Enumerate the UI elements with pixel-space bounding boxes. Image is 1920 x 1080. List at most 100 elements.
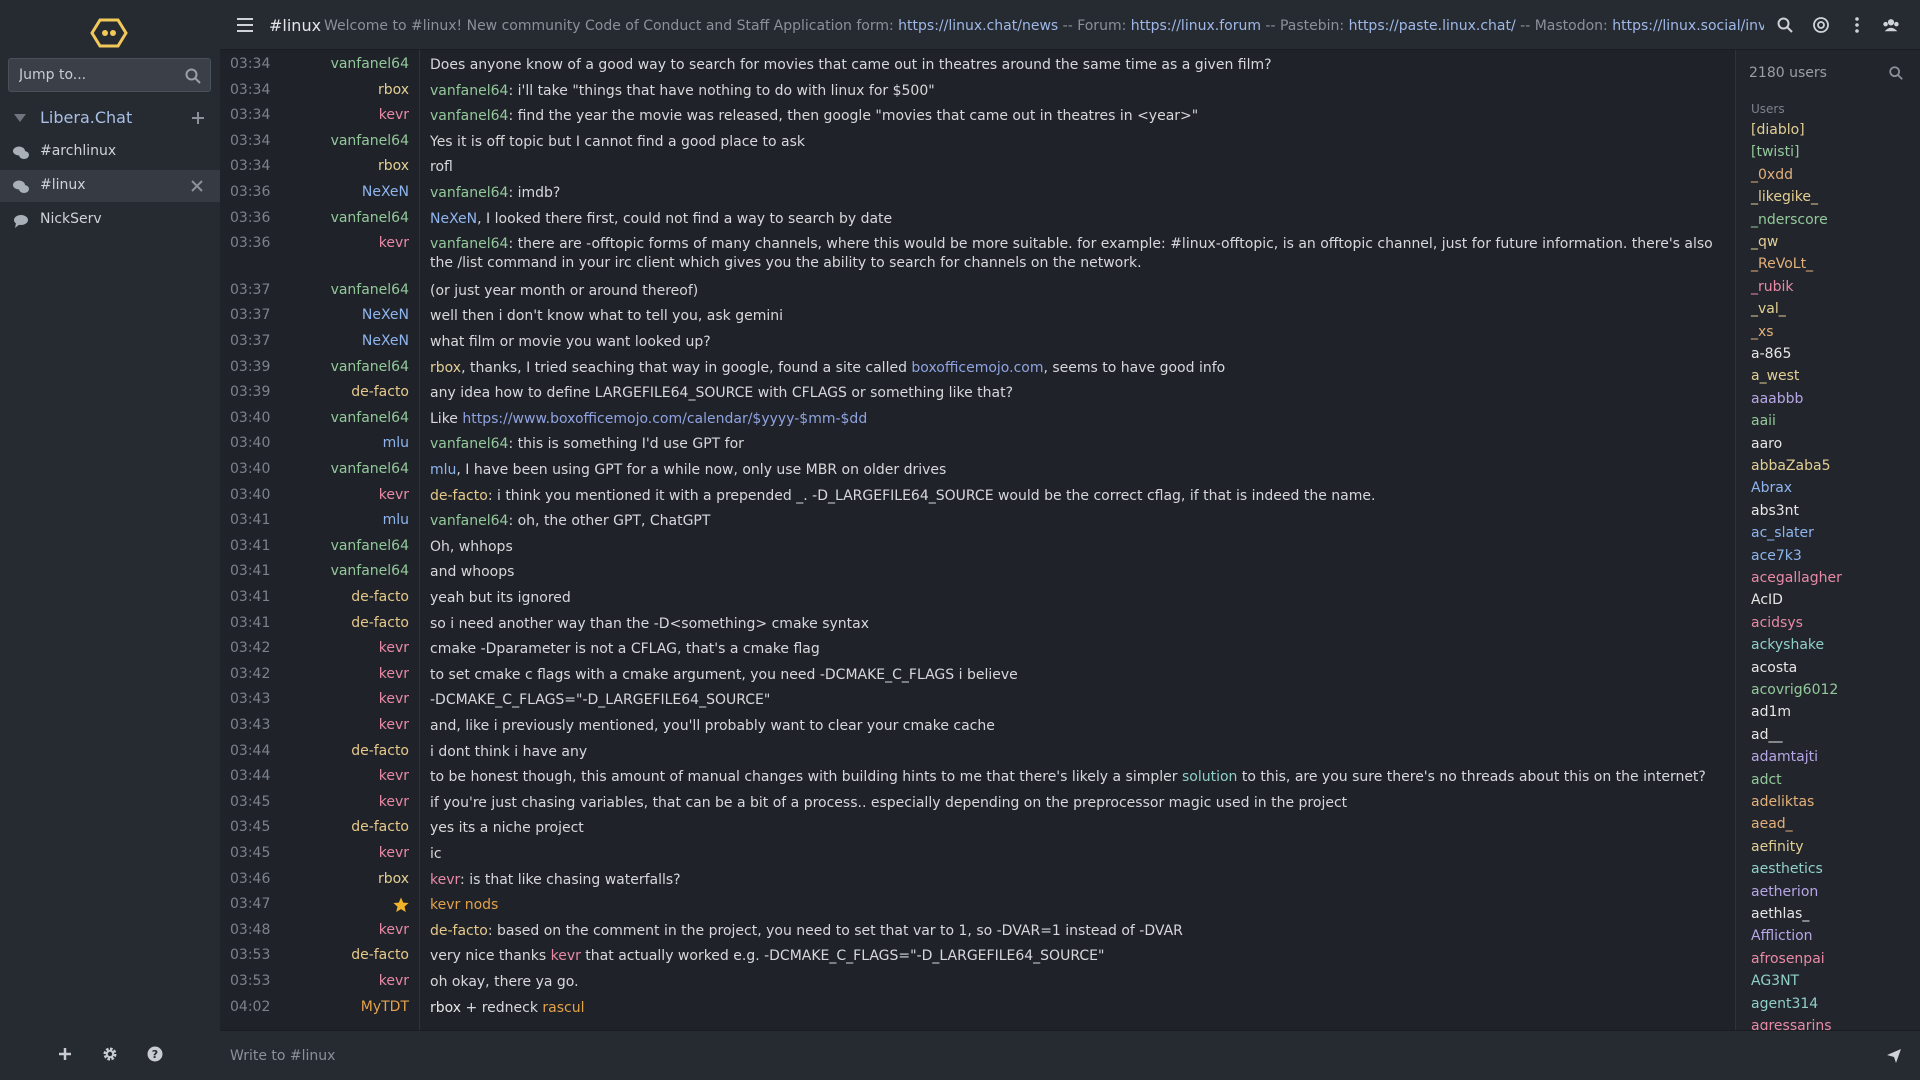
message-nick[interactable]: kevr — [280, 666, 409, 682]
message-nick[interactable]: kevr — [280, 691, 409, 707]
message-nick[interactable]: de-facto — [280, 947, 409, 963]
user-list-item[interactable]: adeliktas — [1751, 794, 1814, 810]
nick-mention[interactable]: kevr nods — [430, 897, 498, 913]
mentions-icon[interactable] — [1812, 16, 1830, 34]
nick-mention[interactable]: kevr — [430, 872, 460, 888]
user-list-item[interactable]: ad1m — [1751, 704, 1791, 720]
message-nick[interactable]: vanfanel64 — [280, 538, 409, 554]
message-nick[interactable]: NeXeN — [280, 307, 409, 323]
message-nick[interactable]: de-facto — [280, 743, 409, 759]
message-nick[interactable]: kevr — [280, 717, 409, 733]
user-list-item[interactable]: Abrax — [1751, 480, 1792, 496]
topic-link[interactable]: https://linux.chat/news — [898, 18, 1058, 34]
add-channel-icon[interactable] — [190, 110, 206, 126]
sidebar-query-nickserv[interactable]: NickServ — [0, 204, 220, 236]
message-nick[interactable]: kevr — [280, 794, 409, 810]
help-icon[interactable]: ? — [147, 1046, 163, 1062]
message-nick[interactable]: kevr — [280, 845, 409, 861]
message-nick[interactable]: de-facto — [280, 589, 409, 605]
search-icon[interactable] — [184, 67, 202, 85]
message-nick[interactable]: de-facto — [280, 819, 409, 835]
message-nick[interactable]: MyTDT — [280, 999, 409, 1015]
nick-mention[interactable]: vanfanel64 — [430, 236, 508, 252]
nick-mention[interactable]: de-facto — [430, 923, 488, 939]
user-list-item[interactable]: a_west — [1751, 368, 1799, 384]
message-nick[interactable]: vanfanel64 — [280, 563, 409, 579]
nick-mention[interactable]: vanfanel64 — [430, 185, 508, 201]
user-list-item[interactable]: aesthetics — [1751, 861, 1823, 877]
user-list-item[interactable]: abbaZaba5 — [1751, 458, 1830, 474]
message-nick[interactable]: kevr — [280, 640, 409, 656]
user-list-item[interactable]: aead_ — [1751, 816, 1793, 832]
user-list-item[interactable]: agressarins — [1751, 1018, 1832, 1030]
message-nick[interactable]: vanfanel64 — [280, 461, 409, 477]
jump-to-input[interactable] — [9, 59, 210, 91]
user-list-item[interactable]: abs3nt — [1751, 503, 1799, 519]
user-list-item[interactable]: aefinity — [1751, 839, 1804, 855]
user-list-item[interactable]: aaabbb — [1751, 391, 1803, 407]
message-link[interactable]: boxofficemojo.com — [911, 360, 1043, 376]
menu-icon[interactable] — [237, 18, 253, 32]
users-icon[interactable] — [1882, 16, 1900, 34]
search-icon[interactable] — [1776, 16, 1794, 34]
kiwi-logo-icon[interactable] — [90, 18, 128, 48]
user-list-item[interactable]: AG3NT — [1751, 973, 1799, 989]
message-nick[interactable]: vanfanel64 — [280, 359, 409, 375]
nick-mention[interactable]: vanfanel64 — [430, 513, 508, 529]
nick-mention[interactable]: mlu — [430, 462, 456, 478]
search-icon[interactable] — [1888, 65, 1904, 81]
user-list-item[interactable]: ackyshake — [1751, 637, 1824, 653]
message-nick[interactable]: kevr — [280, 107, 409, 123]
message-nick[interactable]: rbox — [280, 158, 409, 174]
user-list-item[interactable]: _val_ — [1751, 301, 1786, 317]
nick-mention[interactable]: solution — [1182, 769, 1237, 785]
message-nick[interactable]: rbox — [280, 82, 409, 98]
user-list-item[interactable]: aetherion — [1751, 884, 1818, 900]
topic-link[interactable]: https://paste.linux.chat/ — [1349, 18, 1516, 34]
user-list-item[interactable]: ac_slater — [1751, 525, 1814, 541]
nick-mention[interactable]: rascul — [542, 1000, 584, 1016]
user-list-item[interactable]: agent314 — [1751, 996, 1818, 1012]
nick-mention[interactable]: kevr — [551, 948, 581, 964]
user-list-item[interactable]: ace7k3 — [1751, 548, 1802, 564]
network-name[interactable]: Libera.Chat — [40, 108, 132, 127]
user-list-item[interactable]: _ReVoLt_ — [1751, 256, 1813, 272]
chevron-down-icon[interactable] — [14, 113, 26, 123]
user-list-item[interactable]: AcID — [1751, 592, 1783, 608]
nick-mention[interactable]: de-facto — [430, 488, 488, 504]
user-list-item[interactable]: acovrig6012 — [1751, 682, 1838, 698]
message-nick[interactable]: rbox — [280, 871, 409, 887]
message-nick[interactable]: vanfanel64 — [280, 282, 409, 298]
message-nick[interactable]: kevr — [280, 973, 409, 989]
user-list-item[interactable]: a-865 — [1751, 346, 1791, 362]
user-list-item[interactable]: [diablo] — [1751, 122, 1805, 138]
user-list-item[interactable]: adct — [1751, 772, 1782, 788]
user-list-item[interactable]: adamtajti — [1751, 749, 1818, 765]
user-list-item[interactable]: acegallagher — [1751, 570, 1842, 586]
user-list-item[interactable]: _0xdd — [1751, 167, 1793, 183]
gear-icon[interactable] — [102, 1046, 118, 1062]
message-nick[interactable]: kevr — [280, 235, 409, 251]
user-list-item[interactable]: _rubik — [1751, 279, 1794, 295]
message-input[interactable] — [230, 1039, 1870, 1073]
message-nick[interactable]: NeXeN — [280, 184, 409, 200]
user-list-item[interactable]: acosta — [1751, 660, 1797, 676]
network-header[interactable]: Libera.Chat — [0, 104, 220, 132]
message-nick[interactable]: mlu — [280, 512, 409, 528]
nick-mention[interactable]: rbox — [430, 1000, 461, 1016]
message-nick[interactable]: kevr — [280, 768, 409, 784]
nick-mention[interactable]: vanfanel64 — [430, 83, 508, 99]
message-nick[interactable]: vanfanel64 — [280, 410, 409, 426]
message-nick[interactable]: de-facto — [280, 615, 409, 631]
user-list-item[interactable]: _nderscore — [1751, 212, 1828, 228]
send-icon[interactable] — [1886, 1048, 1902, 1064]
add-network-icon[interactable] — [57, 1046, 73, 1062]
message-nick[interactable]: vanfanel64 — [280, 133, 409, 149]
message-nick[interactable]: de-facto — [280, 384, 409, 400]
user-list-item[interactable]: _xs — [1751, 324, 1774, 340]
more-vertical-icon[interactable] — [1848, 16, 1866, 34]
user-list-item[interactable]: _likegike_ — [1751, 189, 1818, 205]
user-list-item[interactable]: aaro — [1751, 436, 1782, 452]
user-list-item[interactable]: ad__ — [1751, 727, 1782, 743]
nick-mention[interactable]: NeXeN — [430, 211, 477, 227]
